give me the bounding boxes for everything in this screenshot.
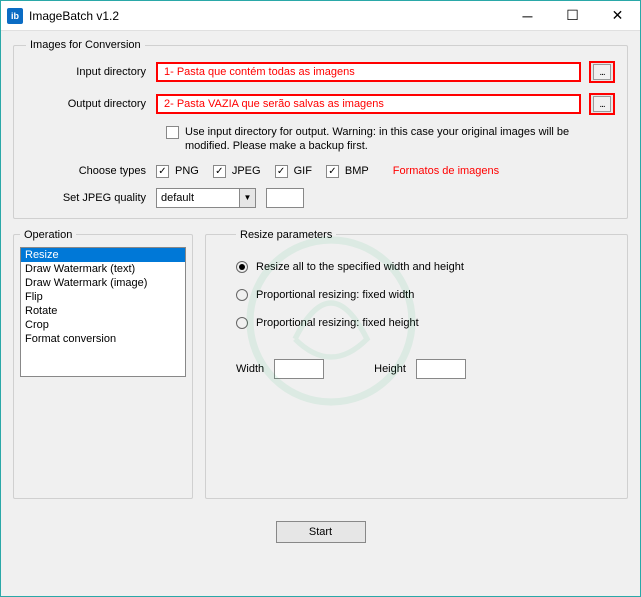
quality-value: default xyxy=(161,192,194,204)
resize-legend: Resize parameters xyxy=(236,229,336,241)
gif-checkbox[interactable] xyxy=(275,165,288,178)
window-title: ImageBatch v1.2 xyxy=(29,9,505,23)
close-button[interactable]: ✕ xyxy=(595,1,640,30)
minimize-button[interactable]: ─ xyxy=(505,1,550,30)
ellipsis-icon: ... xyxy=(593,96,611,112)
types-label: Choose types xyxy=(26,165,156,177)
titlebar: ib ImageBatch v1.2 ─ ☐ ✕ xyxy=(1,1,640,31)
output-dir-field[interactable]: 2- Pasta VAZIA que serão salvas as image… xyxy=(156,94,581,114)
list-item[interactable]: Draw Watermark (text) xyxy=(21,262,185,276)
jpeg-label: JPEG xyxy=(232,165,261,177)
bmp-label: BMP xyxy=(345,165,369,177)
list-item[interactable]: Rotate xyxy=(21,304,185,318)
list-item[interactable]: Draw Watermark (image) xyxy=(21,276,185,290)
ellipsis-icon: ... xyxy=(593,64,611,80)
list-item[interactable]: Flip xyxy=(21,290,185,304)
app-icon: ib xyxy=(7,8,23,24)
quality-custom-input[interactable] xyxy=(266,188,304,208)
resize-all-radio[interactable] xyxy=(236,261,248,273)
fixed-width-radio[interactable] xyxy=(236,289,248,301)
input-browse-button[interactable]: ... xyxy=(589,61,615,83)
resize-all-label: Resize all to the specified width and he… xyxy=(256,261,464,273)
fixed-height-radio[interactable] xyxy=(236,317,248,329)
quality-select[interactable]: default ▼ xyxy=(156,188,256,208)
use-input-warning-text: Use input directory for output. Warning:… xyxy=(185,125,615,154)
bmp-checkbox[interactable] xyxy=(326,165,339,178)
maximize-button[interactable]: ☐ xyxy=(550,1,595,30)
images-conversion-group: Images for Conversion Input directory 1-… xyxy=(13,39,628,219)
output-browse-button[interactable]: ... xyxy=(589,93,615,115)
height-label: Height xyxy=(374,363,406,375)
conversion-legend: Images for Conversion xyxy=(26,39,145,51)
list-item[interactable]: Format conversion xyxy=(21,332,185,346)
operation-group: Operation ResizeDraw Watermark (text)Dra… xyxy=(13,229,193,499)
start-button[interactable]: Start xyxy=(276,521,366,543)
height-input[interactable] xyxy=(416,359,466,379)
gif-label: GIF xyxy=(294,165,312,177)
output-dir-label: Output directory xyxy=(26,98,156,110)
quality-label: Set JPEG quality xyxy=(26,192,156,204)
operation-legend: Operation xyxy=(20,229,76,241)
width-label: Width xyxy=(236,363,264,375)
use-input-for-output-checkbox[interactable] xyxy=(166,126,179,139)
list-item[interactable]: Crop xyxy=(21,318,185,332)
operation-listbox[interactable]: ResizeDraw Watermark (text)Draw Watermar… xyxy=(20,247,186,377)
input-dir-label: Input directory xyxy=(26,66,156,78)
resize-parameters-group: Resize parameters Resize all to the spec… xyxy=(205,229,628,499)
types-annotation: Formatos de imagens xyxy=(393,165,499,177)
app-window: ib ImageBatch v1.2 ─ ☐ ✕ Images for Conv… xyxy=(0,0,641,597)
png-checkbox[interactable] xyxy=(156,165,169,178)
fixed-width-label: Proportional resizing: fixed width xyxy=(256,289,414,301)
png-label: PNG xyxy=(175,165,199,177)
fixed-height-label: Proportional resizing: fixed height xyxy=(256,317,419,329)
jpeg-checkbox[interactable] xyxy=(213,165,226,178)
chevron-down-icon: ▼ xyxy=(239,189,255,207)
input-dir-field[interactable]: 1- Pasta que contém todas as imagens xyxy=(156,62,581,82)
list-item[interactable]: Resize xyxy=(21,248,185,262)
width-input[interactable] xyxy=(274,359,324,379)
